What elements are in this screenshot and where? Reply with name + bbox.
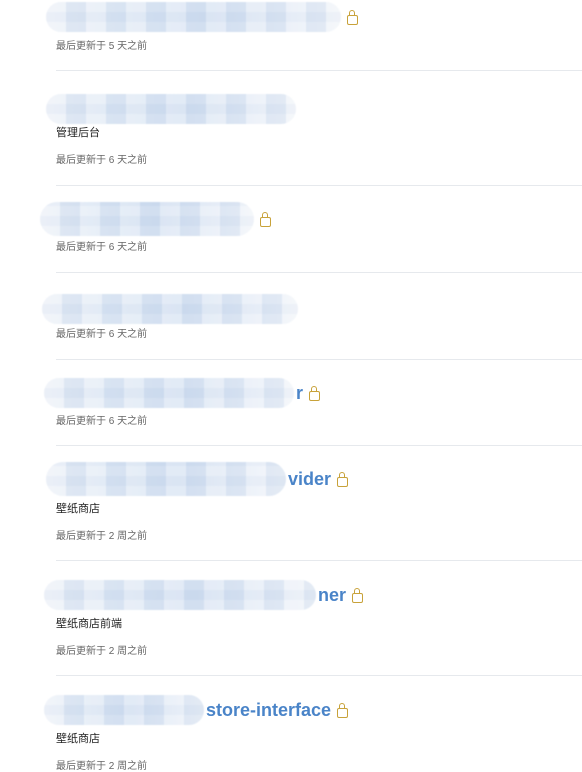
repo-description: 壁纸商店 [56, 503, 100, 515]
lock-icon [352, 588, 364, 603]
repo-updated-time: 最后更新于 5 天之前 [56, 41, 148, 52]
divider [56, 70, 582, 71]
repo-name[interactable]: ner [318, 585, 346, 606]
redacted-repo-name[interactable] [40, 202, 254, 236]
repo-name[interactable]: store-interface [206, 700, 331, 721]
repo-title-row[interactable] [46, 92, 296, 126]
divider [56, 272, 582, 273]
lock-icon [337, 472, 349, 487]
repo-title-row[interactable]: r [44, 376, 321, 410]
redacted-repo-name[interactable] [44, 580, 316, 610]
redacted-repo-name[interactable] [46, 462, 286, 496]
redacted-repo-name[interactable] [44, 378, 294, 408]
repo-updated-time: 最后更新于 6 天之前 [56, 329, 148, 340]
repo-description: 管理后台 [56, 127, 100, 139]
repo-updated-time: 最后更新于 2 周之前 [56, 646, 148, 657]
repo-updated-time: 最后更新于 2 周之前 [56, 531, 148, 542]
divider [56, 359, 582, 360]
repo-description: 壁纸商店前端 [56, 618, 122, 630]
repo-updated-time: 最后更新于 2 周之前 [56, 761, 148, 772]
repo-title-row[interactable]: store-interface [44, 693, 349, 727]
lock-icon [260, 212, 271, 227]
lock-icon [337, 703, 349, 718]
repo-title-row[interactable] [42, 292, 298, 326]
redacted-repo-name[interactable] [44, 695, 204, 725]
repo-name[interactable]: vider [288, 469, 331, 490]
lock-icon [347, 10, 358, 25]
repository-list: 最后更新于 5 天之前 管理后台 最后更新于 6 天之前 最后更新于 6 天之前… [0, 0, 582, 772]
repo-updated-time: 最后更新于 6 天之前 [56, 155, 148, 166]
divider [56, 675, 582, 676]
redacted-repo-name[interactable] [46, 2, 341, 32]
repo-title-row[interactable] [46, 0, 358, 34]
divider [56, 185, 582, 186]
repo-name[interactable]: r [296, 383, 303, 404]
repo-description: 壁纸商店 [56, 733, 100, 745]
repo-updated-time: 最后更新于 6 天之前 [56, 242, 148, 253]
repo-title-row[interactable]: vider [46, 462, 349, 496]
repo-title-row[interactable] [40, 202, 271, 236]
divider [56, 560, 582, 561]
redacted-repo-name[interactable] [42, 294, 298, 324]
divider [56, 445, 582, 446]
lock-icon [309, 386, 321, 401]
repo-title-row[interactable]: ner [44, 578, 364, 612]
redacted-repo-name[interactable] [46, 94, 296, 124]
repo-updated-time: 最后更新于 6 天之前 [56, 416, 148, 427]
